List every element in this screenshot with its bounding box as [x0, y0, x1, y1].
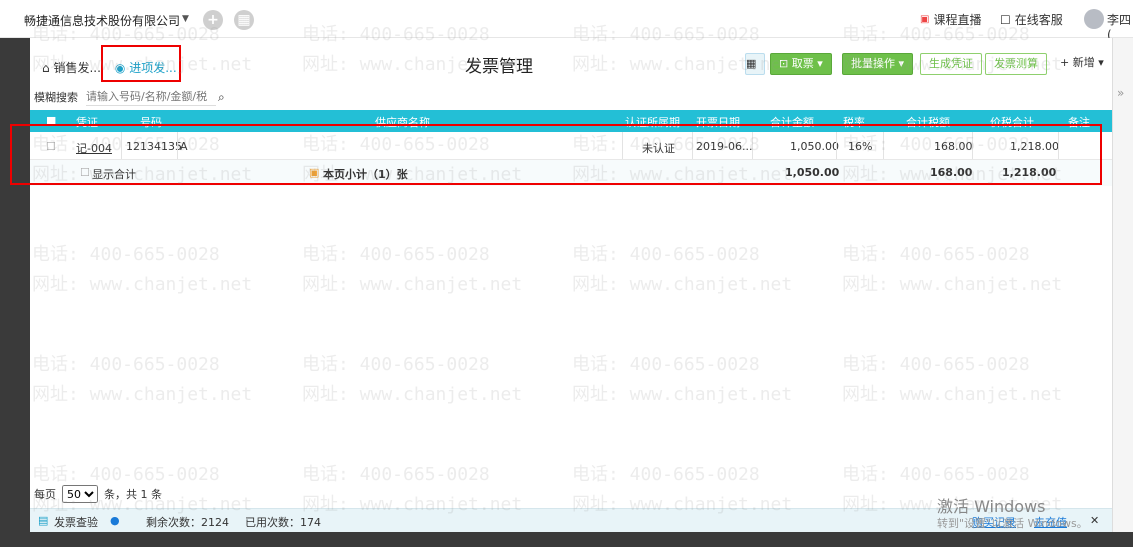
th-number[interactable]: 号码	[140, 114, 162, 130]
home-icon: ⌂	[42, 61, 54, 75]
select-all-checkbox[interactable]: ■	[46, 114, 56, 127]
subtotal-row: ☐ 显示合计 ▣ 本页小计（1）张 1,050.00 168.00 1,218.…	[30, 160, 1112, 186]
batch-label: 批量操作	[851, 57, 895, 70]
cell-number: 12134135	[126, 140, 182, 153]
subtotal-total: 1,218.00	[1002, 166, 1057, 179]
subtotal-icon: ▣	[309, 166, 320, 179]
windows-activation-sub: 转到"设置"以激活 Windows。	[937, 517, 1088, 530]
left-edge	[0, 38, 30, 547]
remaining-count: 剩余次数：2124	[146, 516, 229, 529]
tab-sales-label: 销售发...	[53, 61, 101, 75]
table-header: ■ 凭证 号码 供应商名称 认证所属期 开票日期 合计金额 税率 合计税额 价税…	[30, 110, 1112, 132]
online-service-label: 在线客服	[1014, 13, 1063, 27]
cell-amount: 1,050.00	[790, 140, 839, 153]
pager: 每页 50 条，共 1 条	[34, 485, 162, 503]
cell-auth-period: 未认证	[642, 142, 675, 155]
per-page-label: 每页	[34, 488, 56, 501]
pager-summary: 条，共 1 条	[104, 488, 162, 501]
expand-icon[interactable]: »	[1117, 86, 1124, 100]
online-service-link[interactable]: ☐ 在线客服	[1000, 11, 1063, 28]
th-amount[interactable]: 合计金额	[770, 114, 814, 130]
th-auth-period[interactable]: 认证所属期	[625, 114, 680, 130]
th-note[interactable]: 备注	[1068, 114, 1090, 130]
cell-supplier: A	[180, 140, 188, 153]
th-tax[interactable]: 合计税额	[906, 114, 950, 130]
close-icon[interactable]: ✕	[1090, 514, 1099, 527]
import-icon: ⊡	[779, 57, 792, 70]
info-icon[interactable]: ●	[110, 514, 120, 527]
show-total-checkbox[interactable]: ☐	[80, 166, 90, 179]
invoice-check-icon: ▤	[38, 514, 49, 527]
search-icon[interactable]: ⌕	[218, 90, 225, 105]
tab-purchase-invoice[interactable]: ◉ 进项发...	[111, 56, 181, 79]
tab-sales-invoice[interactable]: ⌂ 销售发...	[38, 56, 105, 79]
subtotal-label: 本页小计（1）张	[323, 168, 408, 181]
used-count: 已用次数：174	[245, 516, 321, 529]
add-icon[interactable]: +	[203, 10, 223, 30]
company-name[interactable]: 畅捷通信息技术股份有限公司	[24, 12, 180, 29]
top-bar: 畅捷通信息技术股份有限公司 ▼ + ▦ ▣ 课程直播 ☐ 在线客服 李四(	[0, 0, 1133, 42]
th-voucher[interactable]: 凭证	[76, 114, 98, 130]
subtotal-tax: 168.00	[930, 166, 973, 179]
fetch-button[interactable]: ⊡ 取票 ▾	[770, 53, 832, 75]
chat-icon: ☐	[1000, 12, 1011, 27]
th-total[interactable]: 价税合计	[990, 114, 1034, 130]
grid-icon[interactable]: ▦	[234, 10, 254, 30]
windows-activation-title: 激活 Windows	[937, 497, 1046, 516]
search-label: 模糊搜索	[34, 91, 78, 104]
cloud-icon: ◉	[114, 61, 130, 75]
th-tax-rate[interactable]: 税率	[843, 114, 865, 130]
search-area: 模糊搜索 ⌕	[34, 88, 225, 106]
voucher-link[interactable]: 记-004	[76, 140, 112, 156]
avatar[interactable]	[1084, 9, 1104, 29]
per-page-select[interactable]: 50	[62, 485, 98, 503]
tab-purchase-label: 进项发...	[129, 61, 177, 75]
invoice-calc-button[interactable]: 发票测算	[985, 53, 1047, 75]
subtotal-amount: 1,050.00	[785, 166, 840, 179]
row-checkbox[interactable]: ☐	[46, 140, 56, 153]
video-icon: ▣	[920, 14, 930, 25]
cell-tax: 168.00	[934, 140, 973, 153]
batch-button[interactable]: 批量操作 ▾	[842, 53, 914, 75]
cell-date: 2019-06...	[696, 140, 753, 153]
live-course-label: 课程直播	[933, 13, 982, 27]
show-total-label[interactable]: 显示合计	[92, 166, 136, 182]
invoice-check-label[interactable]: 发票查验	[54, 514, 98, 530]
live-course-link[interactable]: ▣ 课程直播	[920, 11, 981, 28]
table-row[interactable]: ☐ 记-004 12134135 A 未认证 2019-06... 1,050.…	[30, 132, 1112, 160]
qr-icon[interactable]: ▦	[745, 53, 765, 75]
add-button[interactable]: + 新增 ▾	[1052, 53, 1112, 75]
cell-tax-rate: 16%	[848, 140, 873, 153]
search-input[interactable]	[86, 88, 216, 106]
chevron-down-icon[interactable]: ▼	[182, 14, 189, 24]
th-date[interactable]: 开票日期	[696, 114, 740, 130]
page-title: 发票管理	[465, 57, 533, 77]
generate-voucher-button[interactable]: 生成凭证	[920, 53, 982, 75]
right-side-panel: »	[1112, 38, 1133, 547]
taskbar-strip	[0, 532, 1133, 547]
add-label: + 新增	[1060, 56, 1095, 69]
fetch-label: 取票	[791, 57, 814, 70]
cell-total: 1,218.00	[1010, 140, 1059, 153]
th-supplier[interactable]: 供应商名称	[375, 114, 430, 130]
